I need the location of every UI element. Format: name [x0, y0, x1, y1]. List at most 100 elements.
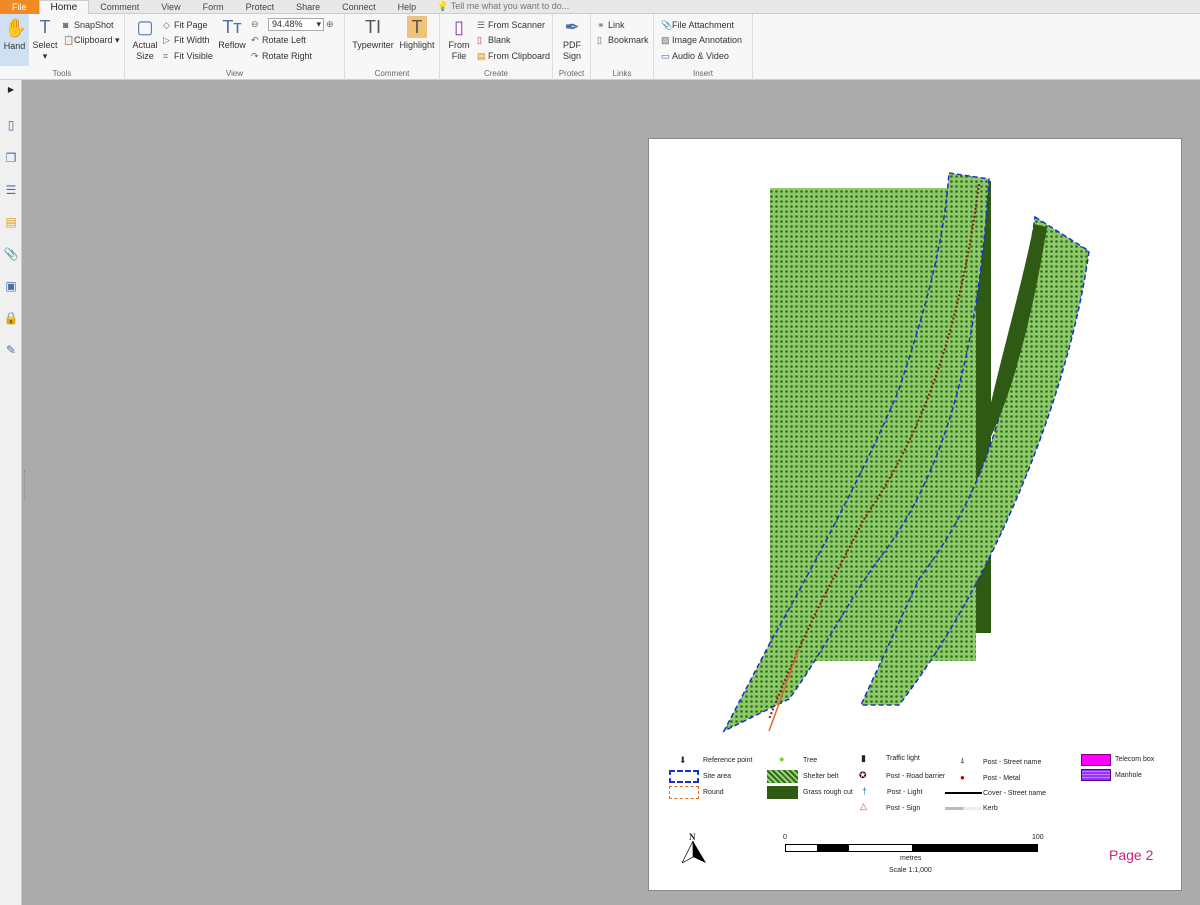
group-create: ▯ From File ☰ From Scanner ▯ Blank ▤ From Cl…	[440, 14, 553, 80]
layers-panel-icon[interactable]: ☰	[3, 182, 19, 198]
reflow-button[interactable]: Tт Reflow	[217, 16, 247, 51]
panel-resize-handle[interactable]	[24, 470, 27, 500]
highlight-icon: T	[407, 16, 427, 38]
group-label: Insert	[692, 69, 713, 78]
rotate-left-button[interactable]: ↶ Rotate Left	[251, 34, 306, 46]
blank-button[interactable]: ▯ Blank	[477, 34, 511, 46]
legend-label: Post - Light	[887, 789, 923, 796]
text-cursor-icon: T	[39, 17, 51, 37]
fit-width-icon: ▷	[163, 35, 170, 45]
zoom-select[interactable]: 94.48% ▾	[268, 18, 324, 31]
link-button[interactable]: ⚭ Link	[597, 19, 625, 31]
rotate-right-icon: ↷	[251, 51, 259, 61]
tab-connect[interactable]: Connect	[331, 0, 387, 14]
file-attachment-button[interactable]: 📎File Attachment	[661, 19, 734, 31]
bookmark-button[interactable]: ▯ Bookmark	[597, 34, 649, 46]
scale-segment	[849, 845, 912, 851]
group-label: Protect	[558, 69, 585, 78]
manhole-swatch	[1081, 769, 1111, 781]
legend-label: Traffic light	[886, 755, 920, 762]
group-label: Tools	[52, 69, 72, 78]
legend-label: Tree	[803, 757, 818, 764]
legend-label: Post - Road barrier	[886, 773, 946, 780]
reflow-icon: Tт	[222, 17, 242, 37]
certify-panel-icon[interactable]: ✎	[3, 342, 19, 358]
street-name-line-swatch	[945, 792, 982, 794]
post-street-name-icon: ⍋	[960, 756, 965, 765]
tab-help[interactable]: Help	[387, 0, 428, 14]
snapshot-button[interactable]: ◙ SnapShot	[63, 19, 114, 31]
pen-sign-icon: ✒	[564, 17, 580, 37]
image-icon: ▨	[661, 35, 670, 45]
tab-file[interactable]: File	[0, 0, 39, 14]
zoom-in-button[interactable]: ⊕	[326, 18, 337, 30]
bookmark-icon: ▯	[597, 35, 602, 45]
round-swatch	[669, 786, 699, 799]
zoom-out-button[interactable]: ⊖	[251, 18, 262, 30]
clipboard-button[interactable]: 📋Clipboard ▾	[63, 34, 120, 46]
hand-button[interactable]: ✋ Hand	[0, 14, 29, 66]
page-icon: ▢	[136, 17, 154, 37]
pdf-sign-button[interactable]: ✒ PDF Sign	[557, 16, 587, 62]
comments-panel-icon[interactable]: ▤	[3, 214, 19, 230]
typewriter-button[interactable]: TI Typewriter	[351, 16, 395, 51]
scale-end-label: 100	[1032, 834, 1044, 841]
link-icon: ⚭	[597, 20, 605, 30]
scale-segment	[817, 845, 849, 851]
zoom-out-icon: ⊖	[251, 19, 259, 29]
scale-segment	[786, 845, 817, 851]
from-file-button[interactable]: ▯ From File	[445, 16, 473, 62]
north-arrow-icon	[682, 841, 706, 863]
hand-icon: ✋	[4, 18, 27, 38]
security-lock-icon[interactable]: 🔒	[3, 310, 19, 326]
grass-rough-cut-swatch	[767, 786, 798, 799]
select-button[interactable]: T Select ▾	[31, 16, 59, 62]
tab-share[interactable]: Share	[285, 0, 331, 14]
fit-width-button[interactable]: ▷ Fit Width	[163, 34, 210, 46]
scale-segment	[912, 845, 1037, 851]
legend-label: Grass rough cut	[803, 789, 853, 796]
pdf-page: ⬇ Reference point Site area Round ● Tree…	[648, 138, 1182, 891]
rotate-right-button[interactable]: ↷ Rotate Right	[251, 50, 312, 62]
actual-size-button[interactable]: ▢ Actual Size	[130, 16, 160, 62]
group-links: ⚭ Link ▯ Bookmark Links	[591, 14, 654, 80]
legend-label: Kerb	[983, 805, 998, 812]
legend-label: Post - Sign	[886, 805, 921, 812]
shelter-belt-swatch	[767, 770, 798, 783]
scale-start-label: 0	[783, 834, 787, 841]
tell-me-search[interactable]: 💡 Tell me what you want to do...	[437, 1, 569, 12]
file-icon: ▯	[454, 17, 464, 37]
road-barrier-icon: ✪	[859, 770, 867, 780]
audio-video-button[interactable]: ▭ Audio & Video	[661, 50, 729, 62]
group-tools: ✋ Hand T Select ▾ ◙ SnapShot 📋Clipboard ▾ To…	[0, 14, 125, 80]
legend-label: Telecom box	[1115, 756, 1155, 763]
fit-page-icon: ◇	[163, 20, 170, 30]
attachments-panel-icon[interactable]: 📎	[3, 246, 19, 262]
tab-home[interactable]: Home	[38, 0, 90, 14]
image-annotation-button[interactable]: ▨ Image Annotation	[661, 34, 742, 46]
scale-unit-label: metres	[900, 855, 922, 862]
legend-label: Post - Metal	[983, 775, 1021, 782]
reference-point-icon: ⬇	[679, 755, 687, 765]
pages-panel-icon[interactable]: ❐	[3, 150, 19, 166]
tab-comment[interactable]: Comment	[89, 0, 150, 14]
signature-panel-icon[interactable]: ▣	[3, 278, 19, 294]
ribbon: ✋ Hand T Select ▾ ◙ SnapShot 📋Clipboard ▾ To…	[0, 14, 1200, 80]
from-scanner-button[interactable]: ☰ From Scanner	[477, 19, 545, 31]
ribbon-tabs: File Home Comment View Form Protect Shar…	[0, 0, 1200, 14]
bookmark-panel-icon[interactable]: ▯	[3, 117, 19, 133]
scale-text: Scale 1:1,000	[889, 867, 932, 874]
highlight-button[interactable]: T Highlight	[398, 16, 436, 51]
tab-form[interactable]: Form	[192, 0, 235, 14]
fit-page-button[interactable]: ◇ Fit Page	[163, 19, 208, 31]
fit-visible-button[interactable]: ⌗ Fit Visible	[163, 50, 213, 62]
tab-view[interactable]: View	[150, 0, 191, 14]
tab-protect[interactable]: Protect	[235, 0, 286, 14]
from-clipboard-button[interactable]: ▤ From Clipboard	[477, 50, 550, 62]
legend-label: Manhole	[1115, 772, 1142, 779]
lightbulb-icon: 💡	[437, 1, 449, 11]
legend-label: Site area	[703, 773, 732, 780]
page-number-label: Page 2	[1109, 847, 1154, 863]
group-comment: TI Typewriter T Highlight Comment	[345, 14, 440, 80]
expand-panel-icon[interactable]: ▶	[3, 82, 19, 98]
